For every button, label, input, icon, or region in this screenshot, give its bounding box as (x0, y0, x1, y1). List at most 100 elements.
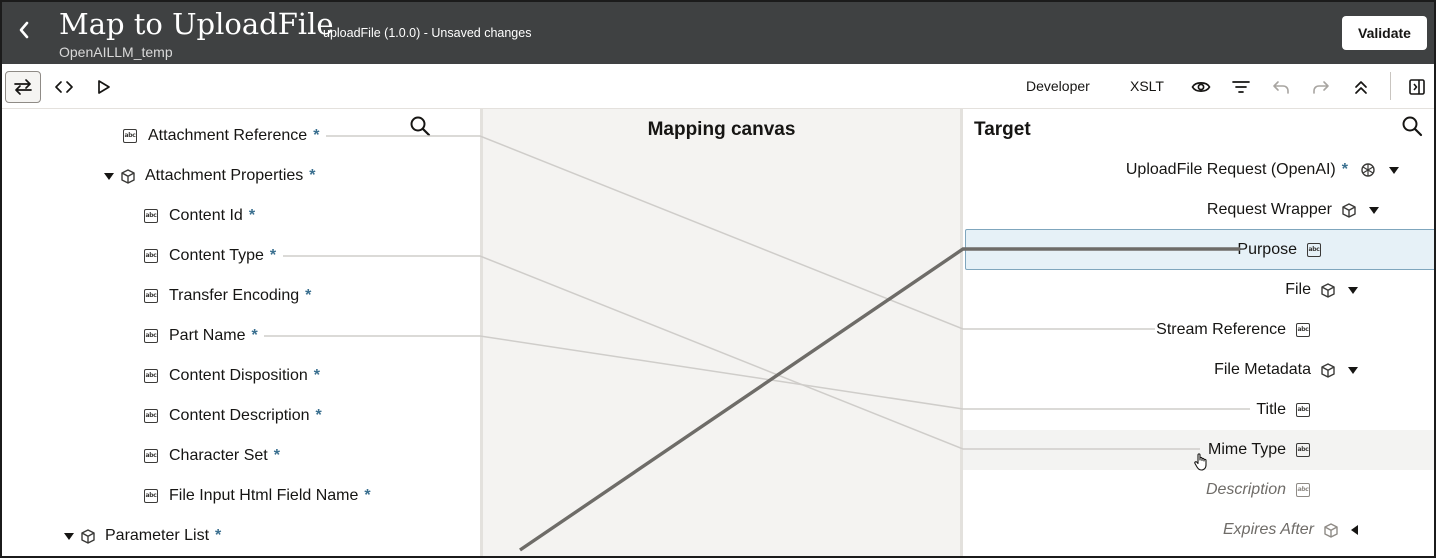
node-label: Content Type (169, 247, 264, 264)
caret-down-icon[interactable] (1389, 166, 1399, 174)
page-title: Map to UploadFile (59, 7, 334, 41)
target-node-stream-reference[interactable]: Stream Reference abc (1156, 316, 1310, 344)
view-button[interactable] (1190, 71, 1212, 103)
node-label: Character Set (169, 447, 268, 464)
source-node-transfer-encoding[interactable]: abc Transfer Encoding * (144, 282, 311, 310)
required-marker: * (364, 487, 371, 504)
collapse-all-button[interactable] (1350, 71, 1372, 103)
developer-mode-button[interactable]: Developer (1026, 78, 1090, 94)
play-button[interactable] (93, 71, 115, 103)
target-title: Target (974, 119, 1031, 140)
source-node-content-type[interactable]: abc Content Type * (144, 242, 276, 270)
target-node-uploadfile-request[interactable]: UploadFile Request (OpenAI) * (1126, 156, 1399, 184)
canvas-title: Mapping canvas (647, 119, 796, 140)
text-field-icon: abc (123, 129, 137, 143)
caret-down-icon[interactable] (64, 532, 74, 540)
node-label: File Input Html Field Name (169, 487, 359, 504)
required-marker: * (248, 207, 256, 224)
source-node-attachment-reference[interactable]: abc Attachment Reference * (123, 122, 319, 150)
back-button[interactable] (14, 20, 34, 44)
collapse-all-icon (1355, 81, 1367, 94)
validate-button[interactable]: Validate (1342, 16, 1427, 50)
node-label: Content Description (169, 407, 310, 424)
text-field-icon: abc (144, 289, 158, 303)
source-node-attachment-properties[interactable]: Attachment Properties * (104, 162, 316, 190)
selected-row-highlight (965, 229, 1436, 270)
text-field-icon: abc (144, 329, 158, 343)
swap-button[interactable] (5, 71, 41, 103)
target-node-mime-type[interactable]: Mime Type abc (1208, 436, 1310, 464)
source-search-button[interactable] (409, 115, 431, 142)
undo-icon (1273, 81, 1289, 94)
required-marker: * (269, 247, 277, 264)
source-node-content-id[interactable]: abc Content Id * (144, 202, 255, 230)
cube-icon (1321, 362, 1335, 378)
caret-left-icon[interactable] (1351, 525, 1358, 535)
chevron-left-icon (19, 21, 29, 39)
code-button[interactable] (52, 71, 76, 103)
target-tree: Target UploadFile Request (OpenAI) * Req… (963, 109, 1436, 558)
node-label: Request Wrapper (1206, 201, 1332, 218)
caret-down-icon[interactable] (104, 172, 114, 180)
node-label: Attachment Properties (145, 167, 304, 184)
filter-icon (1232, 81, 1250, 93)
source-node-content-disposition[interactable]: abc Content Disposition * (144, 362, 320, 390)
node-label: Description (1205, 481, 1286, 498)
panel-toggle-icon (1409, 79, 1425, 95)
filter-button[interactable] (1230, 71, 1252, 103)
node-label: Part Name (169, 327, 246, 344)
target-node-expires-after[interactable]: Expires After (1223, 516, 1358, 544)
text-field-icon: abc (144, 489, 158, 503)
target-node-purpose[interactable]: Purpose abc (1237, 236, 1321, 264)
undo-button[interactable] (1270, 71, 1292, 103)
openai-icon (1361, 163, 1375, 177)
cube-icon (1342, 202, 1356, 218)
required-marker: * (313, 367, 320, 384)
caret-down-icon[interactable] (1348, 286, 1358, 294)
required-marker: * (313, 127, 320, 144)
hand-cursor-icon (1193, 452, 1209, 477)
source-node-parameter-list[interactable]: Parameter List * (64, 522, 221, 550)
node-label: Mime Type (1208, 441, 1286, 458)
cube-icon (1321, 282, 1335, 298)
node-label: Stream Reference (1156, 321, 1286, 338)
required-marker: * (305, 287, 312, 304)
target-node-title[interactable]: Title abc (1256, 396, 1310, 424)
search-icon (1402, 116, 1423, 137)
node-label: File (1285, 281, 1311, 298)
source-node-character-set[interactable]: abc Character Set * (144, 442, 280, 470)
redo-button[interactable] (1310, 71, 1332, 103)
target-node-file-metadata[interactable]: File Metadata (1214, 356, 1358, 384)
xslt-mode-button[interactable]: XSLT (1130, 78, 1164, 94)
search-icon (410, 116, 431, 137)
source-node-part-name[interactable]: abc Part Name * (144, 322, 258, 350)
text-field-icon: abc (1307, 243, 1321, 257)
node-label: Parameter List (105, 527, 210, 544)
target-node-file[interactable]: File (1285, 276, 1358, 304)
play-icon (98, 80, 110, 94)
toolbar-divider (1390, 72, 1391, 100)
text-field-icon: abc (144, 369, 158, 383)
target-node-request-wrapper[interactable]: Request Wrapper (1207, 196, 1379, 224)
node-label: File Metadata (1214, 361, 1311, 378)
required-marker: * (309, 167, 316, 184)
node-label: Content Disposition (169, 367, 308, 384)
node-label: Attachment Reference (148, 127, 308, 144)
text-field-icon: abc (144, 209, 158, 223)
target-node-description[interactable]: Description abc (1206, 476, 1310, 504)
mapping-canvas[interactable]: Mapping canvas (480, 109, 963, 558)
target-search-button[interactable] (1401, 115, 1423, 142)
required-marker: * (273, 447, 280, 464)
caret-down-icon[interactable] (1369, 206, 1379, 214)
eye-icon (1191, 82, 1211, 92)
node-label: Transfer Encoding (169, 287, 300, 304)
status-text: uploadFile (1.0.0) - Unsaved changes (323, 26, 532, 40)
source-node-file-input-html-field-name[interactable]: abc File Input Html Field Name * (144, 482, 371, 510)
node-label: Purpose (1237, 241, 1297, 258)
text-field-icon: abc (1296, 483, 1310, 497)
cube-icon (121, 168, 135, 184)
source-node-content-description[interactable]: abc Content Description * (144, 402, 322, 430)
text-field-icon: abc (144, 249, 158, 263)
panel-toggle-button[interactable] (1406, 71, 1428, 103)
caret-down-icon[interactable] (1348, 366, 1358, 374)
